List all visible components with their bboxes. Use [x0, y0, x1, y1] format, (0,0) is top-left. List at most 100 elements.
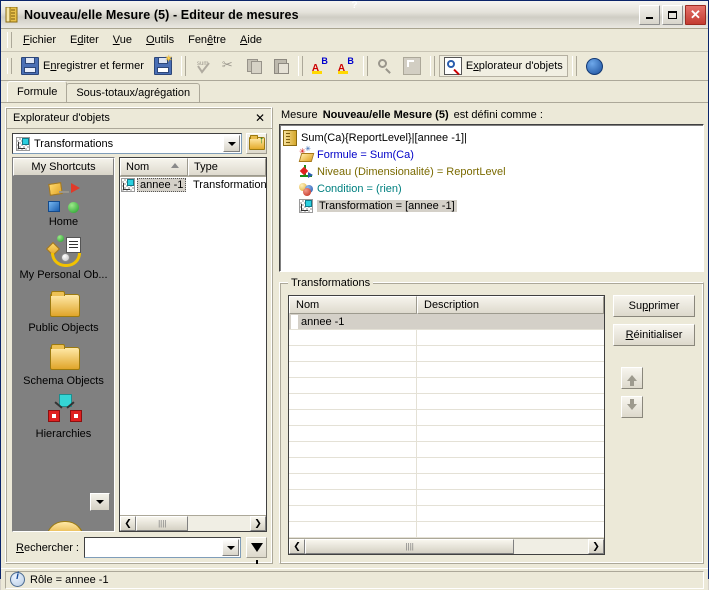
table-row[interactable] — [289, 394, 604, 410]
shortcut-public-objects[interactable]: Public Objects — [13, 288, 114, 334]
folder-shape — [49, 291, 80, 317]
table-row[interactable] — [289, 506, 604, 522]
tree-node-niveau[interactable]: Niveau (Dimensionalité) = ReportLevel — [283, 163, 700, 180]
column-header-nom[interactable]: Nom — [289, 296, 417, 314]
paste-button[interactable] — [268, 55, 294, 77]
menu-vue[interactable]: Vue — [106, 32, 139, 48]
table-row[interactable] — [289, 426, 604, 442]
table-row[interactable] — [289, 378, 604, 394]
scroll-right-button[interactable]: ❯ — [588, 539, 604, 554]
move-up-button[interactable] — [621, 367, 643, 389]
menu-outils[interactable]: Outils — [139, 32, 181, 48]
menu-editer[interactable]: Editer — [63, 32, 106, 48]
copy-button[interactable] — [242, 55, 268, 77]
object-explorer-close-icon[interactable]: ✕ — [253, 112, 267, 124]
objects-list-view: Nom Type annee -1 Transformation ❮ |||| … — [119, 157, 267, 532]
table-row[interactable]: annee -1 — [289, 314, 604, 330]
object-explorer-button[interactable]: Explorateur d'objets — [438, 55, 568, 77]
menu-fenetre[interactable]: Fenêtre — [181, 32, 233, 48]
menu-grip[interactable] — [7, 32, 12, 48]
menu-aide[interactable]: Aide — [233, 32, 269, 48]
spell-check-button-a[interactable]: B A — [307, 55, 333, 77]
shortcut-hierarchies[interactable]: Hierarchies — [13, 394, 114, 440]
delete-button[interactable]: Su p primer — [613, 295, 695, 317]
tab-formule[interactable]: Formule — [7, 81, 68, 102]
table-row[interactable] — [289, 474, 604, 490]
shortcut-home[interactable]: Home — [13, 182, 114, 228]
folder-up-button[interactable]: ↑ — [246, 133, 267, 154]
cube-yellow — [47, 182, 63, 196]
filter-button[interactable] — [246, 537, 267, 564]
search-input-combo[interactable] — [83, 537, 241, 558]
table-row[interactable] — [289, 410, 604, 426]
column-header-nom[interactable]: Nom — [120, 158, 188, 176]
objects-list-body[interactable]: annee -1 Transformation — [120, 177, 266, 515]
table-row[interactable] — [289, 362, 604, 378]
letter-b: B — [347, 56, 354, 66]
cut-button[interactable] — [216, 55, 242, 77]
up-arrow-icon: ↑ — [259, 135, 264, 146]
transformations-hscrollbar[interactable]: ❮ |||| ❯ — [289, 538, 604, 554]
transformation-icon — [299, 198, 313, 213]
measure-definition-tree[interactable]: Sum(Ca){ReportLevel}|[annee -1]| ✳ ✳ For… — [279, 124, 704, 272]
move-down-button[interactable] — [621, 396, 643, 418]
shortcut-next-partial[interactable] — [45, 521, 82, 531]
menu-fichier[interactable]: Fichier — [16, 32, 63, 48]
table-row[interactable] — [289, 458, 604, 474]
toolbar: Enregistrer et fermer ✶ sum B A — [1, 52, 708, 81]
combo-dropdown-button[interactable] — [223, 135, 240, 152]
table-row[interactable] — [289, 522, 604, 538]
save-as-disk-icon: ✶ — [153, 55, 173, 75]
save-and-close-button[interactable]: Enregistrer et fermer — [16, 55, 149, 77]
spell-check-button-b[interactable]: B A — [333, 55, 359, 77]
find-button[interactable] — [372, 55, 398, 77]
tree-node-condition[interactable]: Condition = (rien) — [283, 180, 700, 197]
table-row[interactable] — [289, 442, 604, 458]
scroll-track[interactable]: |||| — [136, 516, 250, 531]
table-row[interactable] — [289, 490, 604, 506]
toolbar-separator-4 — [429, 56, 435, 76]
tree-node-transformation[interactable]: Transformation = [annee -1] — [283, 197, 700, 214]
scroll-left-button[interactable]: ❮ — [289, 539, 305, 554]
shortcut-my-personal-objects[interactable]: My Personal Ob... — [13, 235, 114, 281]
measure-suffix: est défini comme : — [453, 109, 543, 121]
table-row[interactable] — [289, 346, 604, 362]
objects-list-hscrollbar[interactable]: ❮ |||| ❯ — [120, 515, 266, 531]
tab-formule-label: Formule — [17, 86, 58, 98]
sum-check-button[interactable]: sum — [190, 55, 216, 77]
shortcuts-scroll-down-button[interactable] — [90, 493, 110, 511]
save-as-button[interactable]: ✶ — [149, 55, 177, 77]
shortcut-schema-objects[interactable]: Schema Objects — [13, 341, 114, 387]
table-row-description — [417, 314, 604, 329]
tree-node-formule[interactable]: ✳ ✳ Formule = Sum(Ca) — [283, 146, 700, 163]
column-header-nom-label: Nom — [126, 161, 150, 173]
tree-root-node[interactable]: Sum(Ca){ReportLevel}|[annee -1]| — [283, 129, 700, 146]
hierarchy-icon — [47, 394, 82, 426]
column-header-description[interactable]: Description — [417, 296, 604, 314]
scroll-track[interactable]: |||| — [305, 539, 588, 554]
shortcuts-header[interactable]: My Shortcuts — [13, 158, 114, 176]
toolbar-grip-1[interactable] — [7, 58, 12, 74]
object-type-combo[interactable]: Transformations — [12, 133, 242, 154]
search-dropdown-button[interactable] — [222, 539, 239, 556]
search-label: Rechercher : — [16, 541, 79, 554]
folder-icon — [45, 521, 82, 531]
help-button[interactable] — [581, 55, 608, 77]
letter-a: A — [337, 63, 346, 74]
zoom-box-button[interactable] — [398, 55, 426, 77]
scroll-thumb[interactable]: |||| — [305, 539, 515, 554]
status-message-area: Rôle = annee -1 — [5, 570, 704, 589]
transformations-table-body[interactable]: annee -1 — [289, 314, 604, 538]
reset-button[interactable]: Réinitialiser — [613, 324, 695, 346]
list-item[interactable]: annee -1 Transformation — [120, 177, 266, 192]
tab-sous-totaux[interactable]: Sous-totaux/agrégation — [66, 83, 201, 102]
chevron-down-icon — [227, 141, 236, 146]
column-header-type[interactable]: Type — [188, 158, 266, 176]
scroll-thumb[interactable]: |||| — [136, 516, 189, 531]
scroll-right-button[interactable]: ❯ — [250, 516, 266, 531]
search-row: Rechercher : — [6, 532, 272, 564]
scroll-left-button[interactable]: ❮ — [120, 516, 136, 531]
table-row[interactable] — [289, 330, 604, 346]
object-explorer-label: Explorateur d'objets — [465, 60, 563, 72]
status-text: Rôle = annee -1 — [30, 573, 109, 586]
